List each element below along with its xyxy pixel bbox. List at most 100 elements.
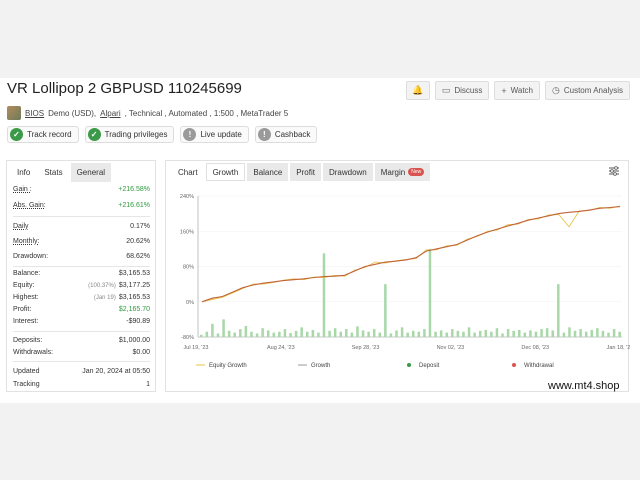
- stat-value: 0.17%: [130, 223, 150, 230]
- badge-trading-privileges[interactable]: ✓ Trading privileges: [84, 126, 175, 143]
- stat-drawdown: Drawdown: 68.62%: [13, 253, 150, 260]
- trade-bar: [451, 329, 454, 337]
- chat-icon: ▭: [441, 85, 451, 95]
- stat-tracking: Tracking 1: [13, 381, 150, 388]
- trade-bar: [601, 330, 605, 337]
- stat-label[interactable]: Abs. Gain:: [13, 202, 46, 209]
- trade-bar: [545, 328, 549, 337]
- stat-value: 20.62%: [126, 238, 150, 245]
- stat-deposits: Deposits: $1,000.00: [13, 337, 150, 344]
- trade-bar: [250, 331, 253, 337]
- stat-value: Jan 20, 2024 at 05:50: [82, 368, 150, 375]
- trade-bar: [506, 329, 510, 337]
- alert-button[interactable]: 🔔: [405, 81, 430, 100]
- trade-bar: [339, 331, 342, 337]
- plus-icon: +: [501, 85, 507, 96]
- badge-track-record[interactable]: ✓ Track record: [7, 126, 79, 143]
- stat-withdrawals: Withdrawals: $0.00: [13, 349, 150, 356]
- tab-info[interactable]: Info: [11, 163, 37, 182]
- y-tick-label: -80%: [181, 335, 194, 341]
- tab-stats[interactable]: Stats: [38, 163, 69, 182]
- tab-general[interactable]: General: [70, 163, 112, 182]
- tab-balance[interactable]: Balance: [247, 163, 289, 181]
- custom-analysis-button[interactable]: ◷ Custom Analysis: [545, 81, 630, 100]
- tab-chart[interactable]: Chart: [172, 163, 204, 181]
- stat-monthly: Monthly: 20.62%: [13, 238, 150, 245]
- badge-label: Trading privileges: [104, 130, 168, 139]
- trade-bar: [289, 333, 292, 337]
- trade-bar: [367, 331, 370, 337]
- stat-value: $3,165.53: [118, 270, 150, 277]
- stat-label[interactable]: Monthly:: [13, 238, 39, 245]
- trade-bar: [423, 329, 426, 337]
- stat-label: Updated: [13, 368, 40, 375]
- trade-bar: [529, 330, 532, 337]
- stat-label: Balance:: [13, 270, 41, 277]
- trade-bar: [283, 329, 287, 337]
- exclamation-icon: !: [183, 128, 197, 141]
- stat-label: Withdrawals:: [13, 349, 54, 356]
- trade-bar: [345, 329, 348, 337]
- tab-margin[interactable]: Margin New: [374, 163, 431, 181]
- clock-icon: ◷: [552, 85, 560, 95]
- bottom-band: [0, 403, 640, 480]
- trade-bar: [333, 328, 337, 337]
- trade-bar: [456, 330, 460, 337]
- stat-label: Drawdown:: [13, 253, 49, 260]
- badge-label: Track record: [27, 130, 72, 139]
- trade-bar: [205, 331, 209, 337]
- stat-label: Highest:: [13, 294, 39, 301]
- trade-bar: [428, 248, 432, 337]
- broker-link[interactable]: Alpari: [100, 109, 120, 118]
- watermark: www.mt4.shop: [548, 380, 620, 392]
- divider: [13, 216, 150, 217]
- settings-sliders-icon[interactable]: [608, 165, 620, 177]
- trade-bar: [328, 330, 331, 337]
- stat-label[interactable]: Gain :: [13, 186, 32, 193]
- stat-label: Interest:: [13, 318, 39, 325]
- watch-label: Watch: [510, 86, 533, 95]
- tab-growth[interactable]: Growth: [205, 163, 246, 181]
- chart-panel: Chart Growth Balance Profit Drawdown Mar…: [165, 160, 630, 392]
- trade-bar: [590, 329, 594, 337]
- stat-value: (Jan 19) $3,165.53: [94, 294, 150, 301]
- trade-bar: [434, 331, 437, 337]
- avatar: [7, 106, 21, 120]
- trade-bar: [222, 319, 225, 337]
- badge-label: Cashback: [274, 130, 311, 139]
- user-link[interactable]: BIOS: [25, 109, 44, 118]
- stat-daily: Daily 0.17%: [13, 223, 150, 230]
- badge-live-update[interactable]: ! Live update: [180, 126, 249, 143]
- x-tick-label: Jul 19, '23: [184, 345, 209, 351]
- legend-swatch: [512, 363, 516, 367]
- discuss-label: Discuss: [454, 86, 483, 95]
- stat-value: +216.58%: [118, 186, 150, 193]
- badge-cashback[interactable]: ! Cashback: [254, 126, 318, 143]
- trade-bar: [255, 333, 259, 337]
- account-details: , Technical , Automated , 1:500 , MetaTr…: [124, 108, 289, 118]
- divider: [13, 266, 150, 267]
- tab-drawdown[interactable]: Drawdown: [322, 163, 373, 181]
- y-tick-label: 80%: [183, 265, 194, 271]
- trade-bar: [478, 330, 482, 337]
- discuss-button[interactable]: ▭ Discuss: [434, 81, 490, 100]
- trade-bar: [266, 330, 270, 337]
- trade-bar: [596, 328, 599, 337]
- stat-label: Equity:: [13, 282, 35, 289]
- x-tick-label: Jan 18, '24: [607, 345, 630, 351]
- trade-bar: [445, 332, 448, 337]
- watch-button[interactable]: + Watch: [494, 81, 540, 100]
- stat-label[interactable]: Daily: [13, 223, 29, 230]
- trade-bar: [490, 331, 493, 337]
- trade-bar: [540, 329, 543, 337]
- trade-bar: [322, 253, 326, 337]
- trade-bar: [356, 326, 359, 337]
- trade-bar: [579, 329, 582, 337]
- tab-profit[interactable]: Profit: [290, 163, 321, 181]
- trade-bar: [294, 330, 298, 337]
- y-tick-label: 160%: [180, 229, 194, 235]
- stat-balance: Balance: $3,165.53: [13, 270, 150, 277]
- trade-bar: [612, 329, 616, 337]
- top-band: [0, 0, 640, 78]
- trade-bar: [200, 334, 203, 337]
